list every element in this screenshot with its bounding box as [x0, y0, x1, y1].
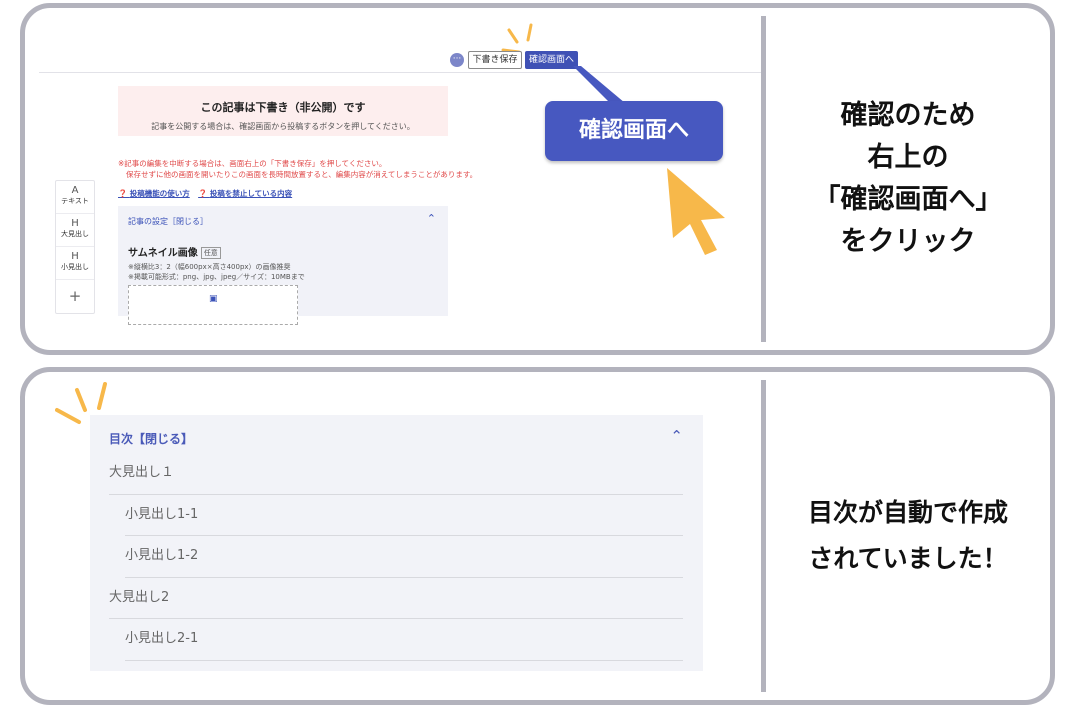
- zoomed-confirm-button: 確認画面へ: [545, 101, 723, 161]
- toc-header[interactable]: 目次【閉じる】: [109, 430, 193, 447]
- instruction-panel-2: 目次【閉じる】 ⌃ 大見出し１ 小見出し1-1 小見出し1-2 大見出し2 小見…: [20, 367, 1055, 705]
- callout-connector: [573, 66, 625, 103]
- toc-item[interactable]: 小見出し1-1: [125, 495, 683, 536]
- instruction-panel-1: ··· 下書き保存 確認画面へ この記事は下書き（非公開）です 記事を公開する場…: [20, 3, 1055, 355]
- result-caption: 目次が自動で作成 されていました！: [807, 498, 1008, 573]
- chevron-up-icon[interactable]: ⌃: [670, 427, 683, 445]
- instruction-caption: 確認のため 右上の 「確認画面へ」 をクリック: [813, 100, 1003, 257]
- toc-list: 大見出し１ 小見出し1-1 小見出し1-2 大見出し2 小見出し2-1: [109, 453, 683, 661]
- toc-item[interactable]: 大見出し2: [109, 578, 683, 619]
- toc-item[interactable]: 小見出し2-1: [125, 619, 683, 661]
- toc-item[interactable]: 小見出し1-2: [125, 536, 683, 578]
- toc-item[interactable]: 大見出し１: [109, 453, 683, 495]
- cursor-arrow-icon: [667, 168, 725, 255]
- table-of-contents: 目次【閉じる】 ⌃ 大見出し１ 小見出し1-1 小見出し1-2 大見出し2 小見…: [90, 415, 703, 671]
